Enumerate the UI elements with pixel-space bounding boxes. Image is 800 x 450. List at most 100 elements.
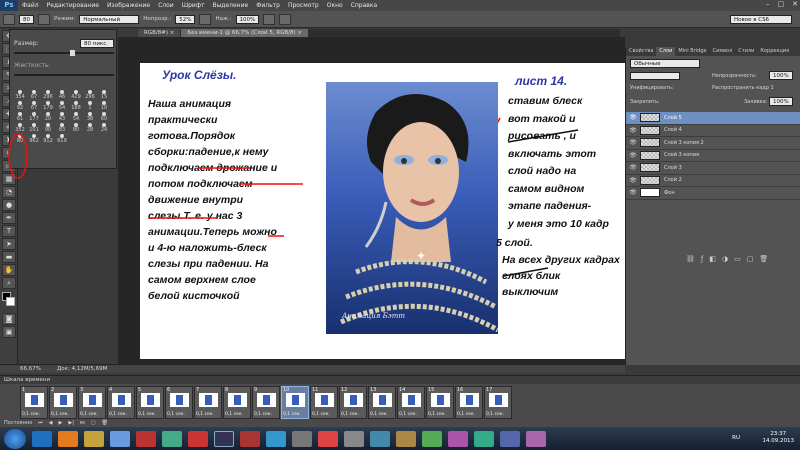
brush-preset[interactable]: 90 — [41, 123, 55, 134]
quick-mask-icon[interactable]: ◙ — [2, 313, 16, 325]
brush-preset[interactable]: 1 — [83, 101, 97, 112]
panel-tab-5[interactable]: Коррекция — [757, 47, 792, 56]
animation-frame[interactable]: 4 0,1 сек. — [107, 386, 135, 419]
system-clock[interactable]: 23:37 14.09.2013 — [763, 431, 795, 445]
animation-frame[interactable]: 15 0,1 сек. — [426, 386, 454, 419]
airbrush-icon[interactable] — [263, 13, 276, 25]
propagate-frame-checkbox[interactable]: Распространить кадр 1 — [712, 85, 774, 91]
layer-opacity-field[interactable]: 100% — [769, 71, 793, 80]
loop-select[interactable]: Постоянно — [4, 420, 32, 427]
brush-preset[interactable]: 83 — [55, 123, 69, 134]
frame-delay[interactable]: 0,1 сек. — [312, 412, 330, 417]
animation-frame[interactable]: 8 0,1 сек. — [223, 386, 251, 419]
hand-tool-icon[interactable]: ✋ — [2, 264, 16, 276]
menu-item-7[interactable]: Просмотр — [284, 2, 323, 9]
menu-item-4[interactable]: Шрифт — [178, 2, 209, 9]
language-indicator[interactable]: RU — [732, 435, 740, 441]
app-icon-16[interactable] — [422, 431, 442, 447]
animation-frame[interactable]: 2 0,1 сек. — [49, 386, 77, 419]
flow-field[interactable]: 100% — [235, 14, 260, 24]
app-icon-15[interactable] — [396, 431, 416, 447]
menu-item-9[interactable]: Справка — [347, 2, 381, 9]
prev-frame-icon[interactable]: ◀ — [49, 420, 53, 427]
screen-mode-icon[interactable]: ▣ — [2, 326, 16, 338]
app-icon-10[interactable] — [266, 431, 286, 447]
brush-preset[interactable]: 67 — [27, 90, 41, 101]
zoom-level[interactable]: 66,67% — [20, 365, 41, 373]
brush-preset[interactable]: 354 — [13, 90, 27, 101]
animation-frame[interactable]: 5 0,1 сек. — [136, 386, 164, 419]
brush-size-field[interactable]: 80 — [19, 14, 34, 24]
duplicate-frame-icon[interactable]: ▢ — [91, 420, 96, 427]
blend-mode-select[interactable] — [630, 72, 680, 80]
mode-select[interactable]: Нормальный — [79, 14, 140, 24]
next-frame-icon[interactable]: ▶| — [68, 420, 74, 427]
animation-frame[interactable]: 3 0,1 сек. — [78, 386, 106, 419]
frame-delay[interactable]: 0,1 сек. — [225, 412, 243, 417]
brush-preset[interactable]: 28 — [83, 123, 97, 134]
brush-preset[interactable]: 24 — [97, 123, 111, 134]
brush-preset[interactable]: 80 — [13, 134, 27, 145]
color-swatches[interactable] — [0, 290, 17, 312]
minimize-button[interactable]: – — [766, 0, 770, 8]
brush-preset[interactable]: 619 — [55, 134, 69, 145]
frame-delay[interactable]: 0,1 сек. — [428, 412, 446, 417]
animation-frame[interactable]: 9 0,1 сек. — [252, 386, 280, 419]
fx-icon[interactable]: ƒ — [701, 255, 703, 263]
animation-frame[interactable]: 14 0,1 сек. — [397, 386, 425, 419]
layer-row[interactable]: 👁 Фон — [626, 187, 800, 200]
panel-tab-4[interactable]: Стили — [735, 47, 757, 56]
animation-frame[interactable]: 17 0,1 сек. — [484, 386, 512, 419]
tween-icon[interactable]: ⋈ — [80, 420, 85, 427]
mask-icon[interactable]: ◧ — [709, 255, 716, 263]
brush-preset[interactable]: 429 — [69, 90, 83, 101]
ie-icon[interactable] — [32, 431, 52, 447]
size-field[interactable]: 80 пикс. — [80, 39, 114, 48]
visibility-eye-icon[interactable]: 👁 — [626, 152, 640, 159]
type-tool-icon[interactable]: T — [2, 225, 16, 237]
menu-item-8[interactable]: Окно — [323, 2, 347, 9]
menu-item-5[interactable]: Выделение — [208, 2, 252, 9]
brush-preset[interactable]: 296 — [41, 90, 55, 101]
visibility-eye-icon[interactable]: 👁 — [626, 127, 640, 134]
frame-delay[interactable]: 0,1 сек. — [254, 412, 272, 417]
trash-icon[interactable]: 🗑 — [759, 255, 768, 263]
menu-item-2[interactable]: Изображение — [103, 2, 154, 9]
panel-tab-2[interactable]: Mini Bridge — [675, 47, 709, 56]
hardness-slider[interactable] — [14, 74, 114, 76]
app-icon-20[interactable] — [526, 431, 546, 447]
workspace-select[interactable]: Новое в CS6 — [730, 14, 792, 24]
frame-delay[interactable]: 0,1 сек. — [196, 412, 214, 417]
brush-preset[interactable]: 912 — [41, 134, 55, 145]
brush-preset[interactable]: 80 — [69, 123, 83, 134]
firefox-icon[interactable] — [58, 431, 78, 447]
explorer-icon[interactable] — [84, 431, 104, 447]
menu-item-6[interactable]: Фильтр — [252, 2, 284, 9]
frame-delay[interactable]: 0,1 сек. — [138, 412, 156, 417]
frame-delay[interactable]: 0,1 сек. — [22, 412, 40, 417]
animation-frame[interactable]: 10 0,1 сек. — [281, 386, 309, 419]
app-icon-12[interactable] — [318, 431, 338, 447]
frame-delay[interactable]: 0,1 сек. — [457, 412, 475, 417]
pen-tool-icon[interactable]: ✒ — [2, 212, 16, 224]
brush-preset[interactable]: 296 — [83, 90, 97, 101]
animation-frame[interactable]: 11 0,1 сек. — [310, 386, 338, 419]
frame-delay[interactable]: 0,1 сек. — [370, 412, 388, 417]
app-icon-9[interactable] — [240, 431, 260, 447]
brush-preset[interactable]: 179 — [41, 101, 55, 112]
app-icon-14[interactable] — [370, 431, 390, 447]
brush-preset[interactable]: 15 — [97, 90, 111, 101]
tab-document-1[interactable]: RGB/8#) × — [138, 29, 181, 37]
zoom-tool-icon[interactable]: ⌕ — [2, 277, 16, 289]
layer-row[interactable]: 👁 Слой 3 копия — [626, 150, 800, 162]
delete-frame-icon[interactable]: 🗑 — [102, 420, 108, 427]
frame-delay[interactable]: 0,1 сек. — [51, 412, 69, 417]
panel-tab-0[interactable]: Свойства — [626, 47, 656, 56]
layer-kind-filter[interactable]: Обычные — [630, 59, 700, 68]
app-icon-7[interactable] — [188, 431, 208, 447]
frame-delay[interactable]: 0,1 сек. — [109, 412, 127, 417]
layer-row[interactable]: 👁 Слой 5 — [626, 112, 800, 125]
brush-preset[interactable]: 43 — [55, 112, 69, 123]
brush-preset[interactable]: 60 — [97, 112, 111, 123]
brush-preset[interactable]: 46 — [55, 90, 69, 101]
